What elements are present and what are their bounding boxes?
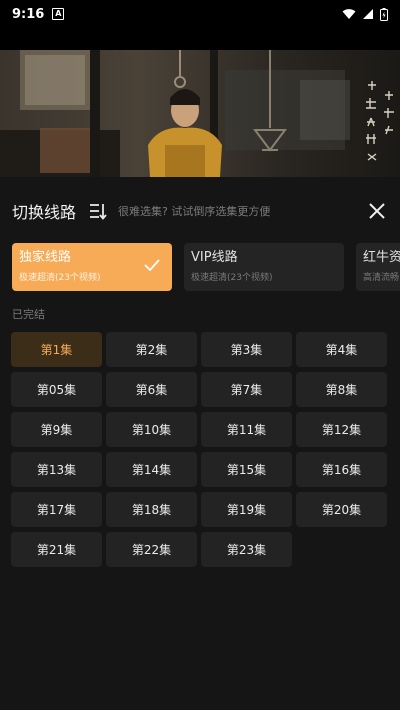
episode-button[interactable]: 第16集 xyxy=(296,452,387,487)
episode-button[interactable]: 第13集 xyxy=(11,452,102,487)
episode-button[interactable]: 第3集 xyxy=(201,332,292,367)
top-gap xyxy=(0,28,400,50)
episode-button[interactable]: 第22集 xyxy=(106,532,197,567)
episode-button[interactable]: 第2集 xyxy=(106,332,197,367)
status-time: 9:16 xyxy=(12,6,45,22)
check-icon xyxy=(144,259,160,271)
status-bar: 9:16 A xyxy=(0,0,400,28)
notification-icon: A xyxy=(52,8,65,20)
wifi-icon xyxy=(342,9,356,19)
episode-button[interactable]: 第21集 xyxy=(11,532,102,567)
series-status: 已完结 xyxy=(12,308,45,321)
route-list: 独家线路 极速超清(23个视频) VIP线路 极速超清(23个视频) 红牛资源 … xyxy=(12,243,400,291)
episode-button[interactable]: 第4集 xyxy=(296,332,387,367)
episode-button[interactable]: 第6集 xyxy=(106,372,197,407)
episode-button[interactable]: 第17集 xyxy=(11,492,102,527)
episode-button[interactable]: 第18集 xyxy=(106,492,197,527)
close-icon xyxy=(369,203,385,219)
route-subtitle: 极速超清(23个视频) xyxy=(191,273,273,283)
route-subtitle: 极速超清(23个视频) xyxy=(19,273,101,283)
episode-button[interactable]: 第23集 xyxy=(201,532,292,567)
episode-button[interactable]: 第8集 xyxy=(296,372,387,407)
episode-button[interactable]: 第15集 xyxy=(201,452,292,487)
signal-icon xyxy=(363,9,373,19)
status-icons xyxy=(342,7,388,21)
sort-button[interactable] xyxy=(86,199,110,223)
episode-button[interactable]: 第1集 xyxy=(11,332,102,367)
close-button[interactable] xyxy=(366,200,388,222)
episode-button[interactable]: 第11集 xyxy=(201,412,292,447)
route-name: VIP线路 xyxy=(191,250,238,265)
episode-button[interactable]: 第7集 xyxy=(201,372,292,407)
episode-button[interactable]: 第05集 xyxy=(11,372,102,407)
episode-button[interactable]: 第14集 xyxy=(106,452,197,487)
route-subtitle: 高清流畅 xyxy=(363,273,400,283)
episode-grid: 第1集 第2集 第3集 第4集第05集 第6集 第7集 第8集第9集 第10集 第11集 第12集… xyxy=(11,332,391,567)
sort-hint: 很难选集? 试试倒序选集更方便 xyxy=(118,205,271,218)
panel-header: 切换线路 很难选集? 试试倒序选集更方便 xyxy=(0,190,400,232)
video-player[interactable] xyxy=(0,50,400,177)
episode-button[interactable]: 第9集 xyxy=(11,412,102,447)
route-card-exclusive[interactable]: 独家线路 极速超清(23个视频) xyxy=(12,243,172,291)
route-card-vip[interactable]: VIP线路 极速超清(23个视频) xyxy=(184,243,344,291)
episode-button[interactable]: 第19集 xyxy=(201,492,292,527)
battery-icon xyxy=(380,7,388,21)
sort-order-icon xyxy=(90,204,107,220)
panel-title: 切换线路 xyxy=(12,203,77,222)
episode-button[interactable]: 第20集 xyxy=(296,492,387,527)
episode-button[interactable]: 第10集 xyxy=(106,412,197,447)
route-card-hongniu[interactable]: 红牛资源 高清流畅 xyxy=(356,243,400,291)
route-name: 红牛资源 xyxy=(363,250,400,265)
episode-button[interactable]: 第12集 xyxy=(296,412,387,447)
video-frame xyxy=(0,50,400,177)
